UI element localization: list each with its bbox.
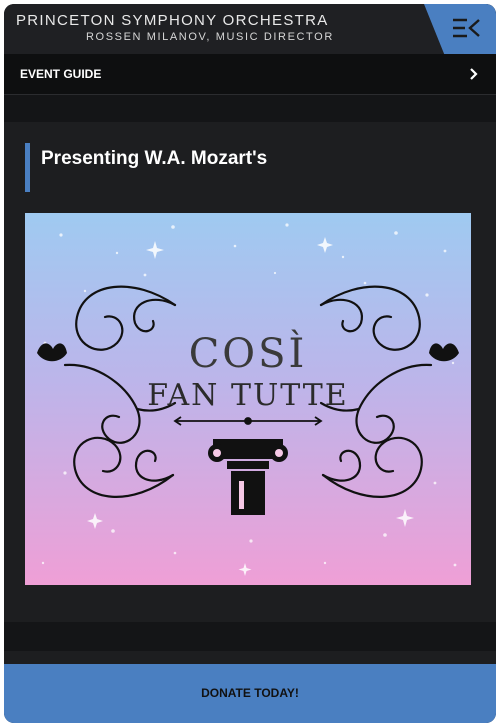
title-accent-bar [25, 143, 30, 192]
donate-button-label: DONATE TODAY! [201, 686, 299, 700]
chevron-right-icon [470, 68, 478, 80]
event-poster-image: COSÌ FAN TUTTE [25, 213, 471, 585]
divider-strip-bottom [4, 622, 496, 651]
event-title-text: Presenting W.A. Mozart's [41, 148, 268, 169]
event-guide-label: EVENT GUIDE [20, 67, 102, 81]
event-guide-bar[interactable]: EVENT GUIDE [4, 54, 496, 95]
org-name[interactable]: PRINCETON SYMPHONY ORCHESTRA [16, 12, 329, 29]
divider-strip-top [4, 95, 496, 122]
menu-button[interactable] [424, 4, 496, 54]
app-frame: PRINCETON SYMPHONY ORCHESTRA ROSSEN MILA… [4, 4, 496, 723]
event-title: Presenting W.A. Mozart's [25, 143, 465, 192]
poster-title-line1: COSÌ [189, 330, 308, 377]
org-subtitle: ROSSEN MILANOV, MUSIC DIRECTOR [86, 31, 334, 43]
donate-button[interactable]: DONATE TODAY! [4, 664, 496, 723]
menu-collapse-icon [453, 18, 480, 38]
site-header: PRINCETON SYMPHONY ORCHESTRA ROSSEN MILA… [4, 4, 496, 54]
poster-title-line2: FAN TUTTE [147, 378, 348, 413]
